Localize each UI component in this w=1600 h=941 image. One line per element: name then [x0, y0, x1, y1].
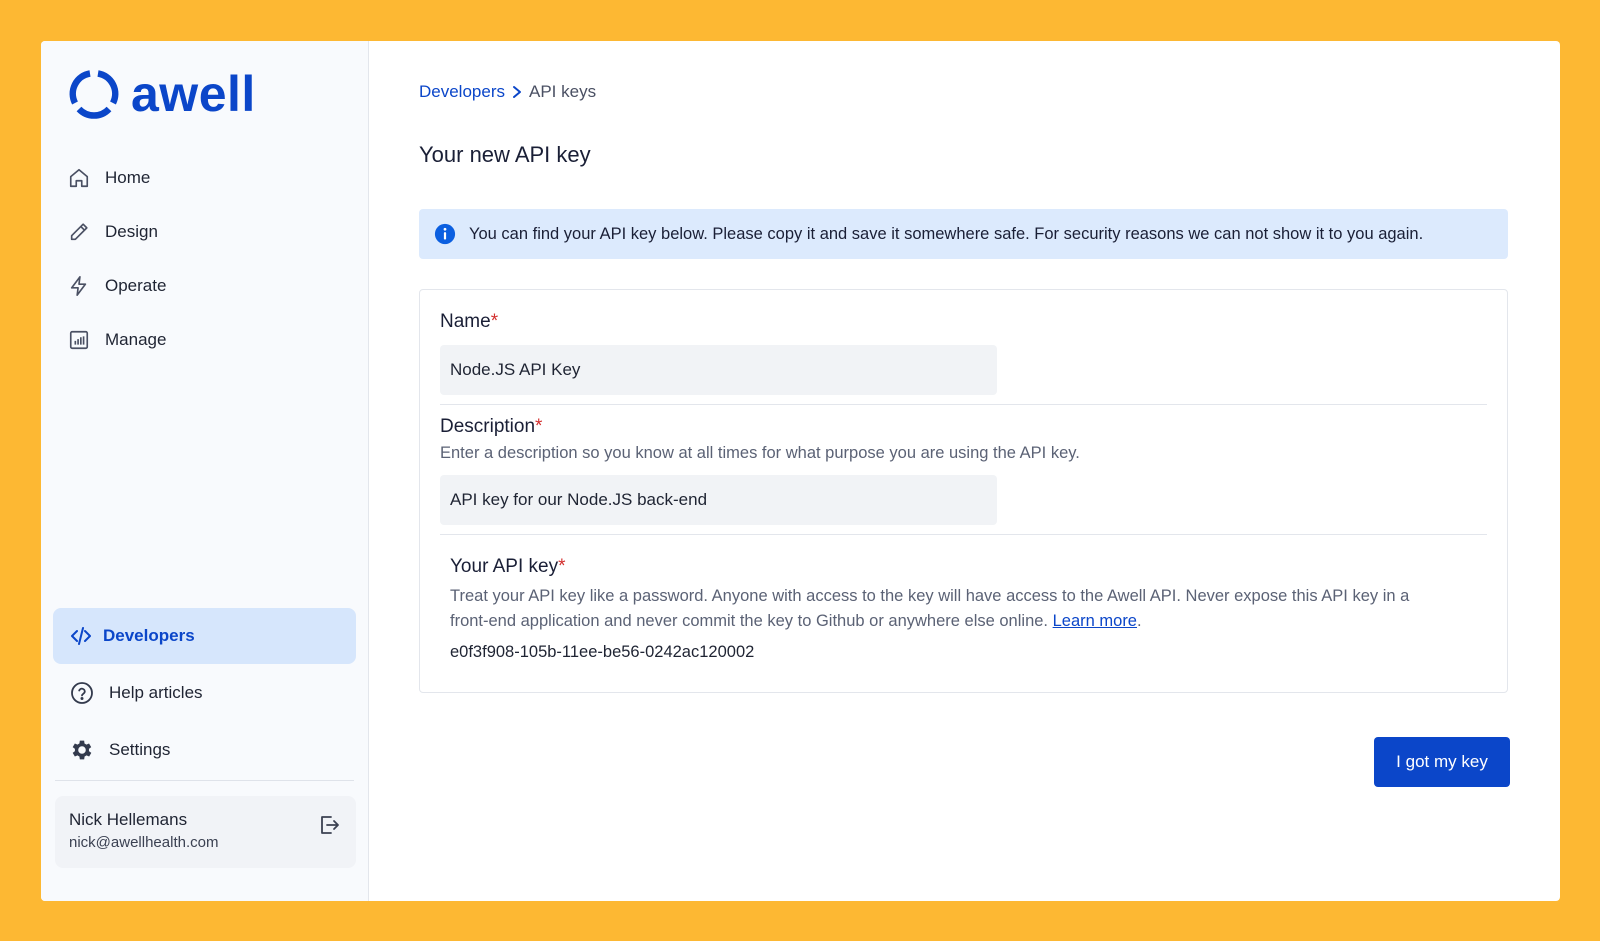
sidebar-item-label: Settings [109, 739, 171, 759]
user-email: nick@awellhealth.com [69, 834, 219, 851]
required-mark: * [535, 416, 543, 437]
api-key-hint-line2: front-end application and never commit t… [450, 612, 1049, 630]
sidebar-item-home[interactable]: Home [41, 151, 368, 205]
sidebar-item-help-articles[interactable]: Help articles [53, 664, 356, 721]
required-mark: * [558, 556, 566, 577]
bar-chart-icon [67, 328, 91, 352]
info-icon [433, 222, 457, 246]
user-card: Nick Hellemans nick@awellhealth.com [55, 796, 356, 868]
main-nav: Home Design Operate Manage [41, 151, 368, 367]
breadcrumb-developers-link[interactable]: Developers [419, 82, 505, 102]
sidebar-item-manage[interactable]: Manage [41, 313, 368, 367]
hint-end: . [1137, 612, 1142, 630]
sidebar-item-developers[interactable]: Developers [53, 608, 356, 664]
description-label: Description* [440, 416, 542, 438]
learn-more-link[interactable]: Learn more [1053, 612, 1137, 630]
name-label-text: Name [440, 311, 491, 332]
home-icon [67, 166, 91, 190]
sidebar-item-label: Home [105, 168, 151, 187]
bottom-nav: Developers Help articles Settings [53, 608, 356, 778]
gear-icon [69, 737, 95, 763]
help-circle-icon [69, 680, 95, 706]
breadcrumb-current: API keys [529, 82, 597, 101]
main-content: Developers API keys Your new API key You… [369, 41, 1560, 901]
sidebar-item-settings[interactable]: Settings [53, 721, 356, 778]
sidebar-item-label: Design [105, 222, 158, 241]
field-divider [440, 534, 1487, 535]
sidebar-item-operate[interactable]: Operate [41, 259, 368, 313]
description-hint: Enter a description so you know at all t… [440, 444, 1080, 462]
api-key-hint: Treat your API key like a password. Anyo… [450, 584, 1409, 634]
awell-logo[interactable]: awell [69, 69, 256, 119]
sidebar-item-design[interactable]: Design [41, 205, 368, 259]
lightning-icon [67, 274, 91, 298]
sidebar-divider [55, 780, 354, 781]
description-label-text: Description [440, 416, 536, 437]
alert-text: You can find your API key below. Please … [469, 224, 1424, 243]
logout-icon[interactable] [316, 812, 342, 838]
api-key-hint-line2-row: front-end application and never commit t… [450, 609, 1409, 634]
api-key-label: Your API key* [450, 556, 566, 578]
description-input-value: API key for our Node.JS back-end [450, 490, 708, 509]
api-key-value[interactable]: e0f3f908-105b-11ee-be56-0242ac120002 [450, 643, 754, 662]
breadcrumb: Developers API keys [419, 82, 596, 102]
sidebar-item-label: Help articles [109, 682, 203, 702]
app-window: awell Home Design Operate Manage Develop… [41, 41, 1560, 901]
awell-logo-icon [69, 70, 119, 119]
sidebar-item-label: Developers [103, 626, 195, 645]
api-key-form: Name* Node.JS API Key Description* Enter… [419, 289, 1508, 693]
name-input-value: Node.JS API Key [450, 360, 581, 379]
pencil-icon [67, 220, 91, 244]
page-title: Your new API key [419, 142, 591, 167]
info-alert: You can find your API key below. Please … [419, 209, 1508, 259]
sidebar-item-label: Operate [105, 276, 167, 295]
required-mark: * [490, 311, 499, 332]
api-key-label-text: Your API key [450, 556, 559, 577]
code-icon [69, 624, 93, 648]
field-divider [440, 404, 1487, 405]
sidebar: awell Home Design Operate Manage Develop… [41, 41, 369, 901]
user-name: Nick Hellemans [69, 810, 188, 829]
sidebar-item-label: Manage [105, 330, 167, 349]
name-input[interactable]: Node.JS API Key [440, 345, 997, 395]
api-key-hint-line1: Treat your API key like a password. Anyo… [450, 587, 1410, 605]
name-label: Name* [440, 311, 498, 333]
chevron-right-icon [511, 85, 523, 99]
description-input[interactable]: API key for our Node.JS back-end [440, 475, 997, 525]
logo-text: awell [131, 66, 256, 122]
got-my-key-button[interactable]: I got my key [1374, 737, 1510, 787]
